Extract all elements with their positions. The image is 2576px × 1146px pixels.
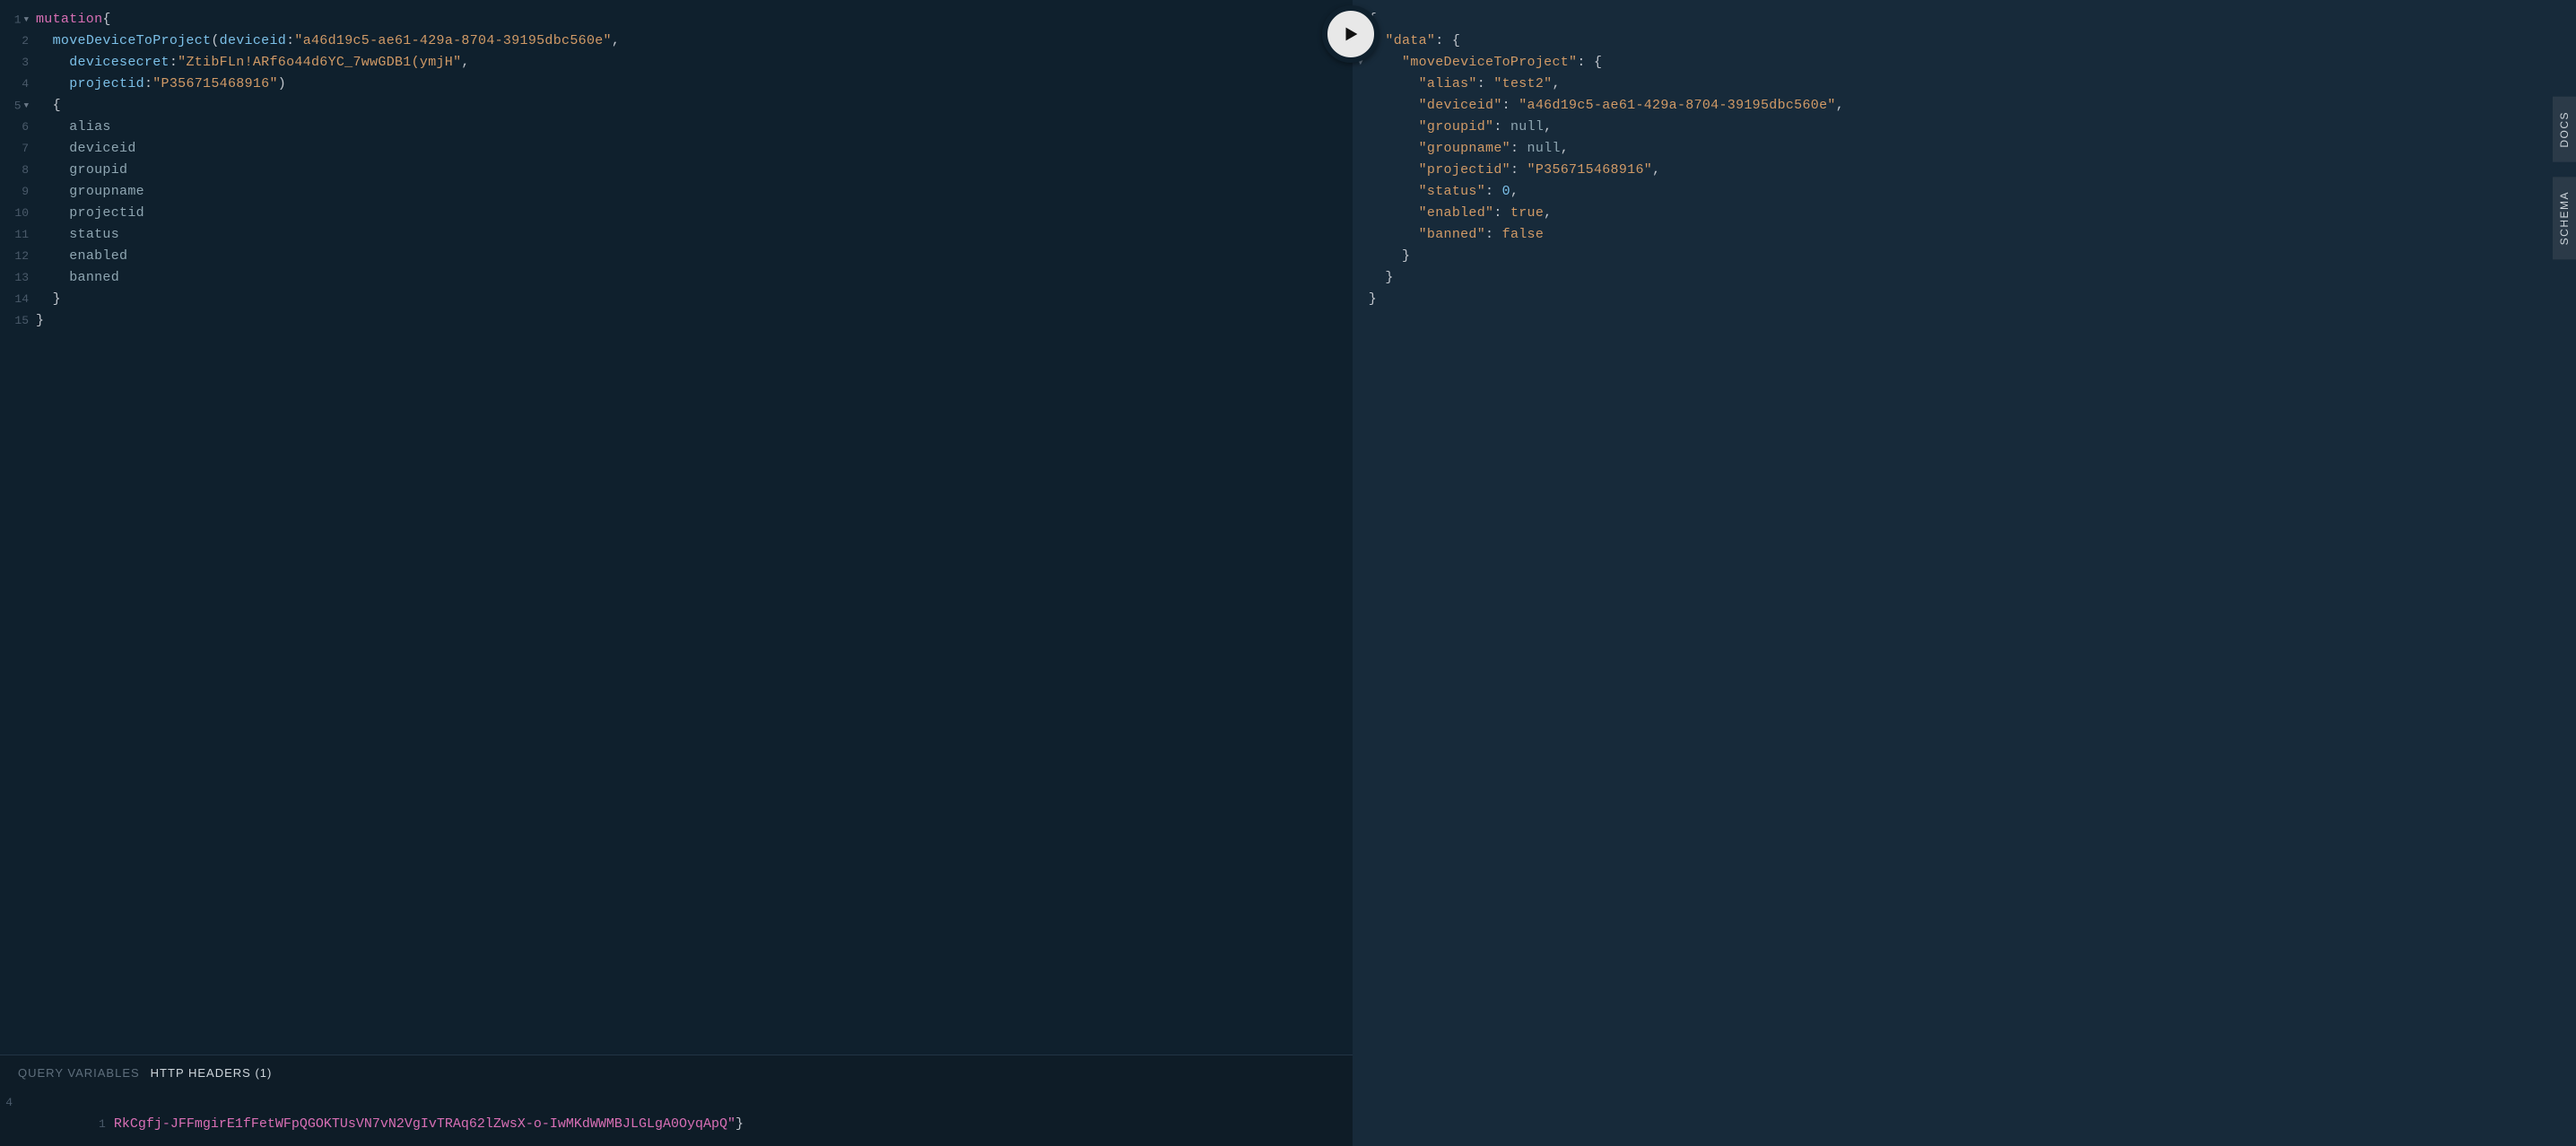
graphql-playground: 1▼ 2 3 4 5▼ 6 7 8 9 10 11 12 13 14 15 mu… xyxy=(0,0,2576,1146)
execute-button[interactable] xyxy=(1322,5,1379,63)
schema-tab[interactable]: SCHEMA xyxy=(2553,177,2576,259)
line-number-gutter: 1▼ 2 3 4 5▼ 6 7 8 9 10 11 12 13 14 15 xyxy=(0,9,36,1055)
fold-icon[interactable]: ▼ xyxy=(24,9,29,30)
query-editor[interactable]: 1▼ 2 3 4 5▼ 6 7 8 9 10 11 12 13 14 15 mu… xyxy=(0,0,1353,1055)
response-pane: ▼ ▼ ▼ { "data": { "moveDeviceToProject":… xyxy=(1353,0,2576,1146)
variables-headers-panel: QUERY VARIABLES HTTP HEADERS (1) 4 1 RkC… xyxy=(0,1055,1353,1146)
tab-http-headers[interactable]: HTTP HEADERS (1) xyxy=(151,1066,273,1080)
play-icon xyxy=(1341,24,1361,44)
docs-tab[interactable]: DOCS xyxy=(2553,97,2576,162)
headers-line-number: 1 xyxy=(99,1117,106,1131)
headers-overflow-indicator: 4 xyxy=(0,1092,18,1146)
query-code[interactable]: mutation{ moveDeviceToProject(deviceid:"… xyxy=(36,9,1353,1055)
operation-name: moveDeviceToProject xyxy=(53,33,212,48)
bottom-tabbar: QUERY VARIABLES HTTP HEADERS (1) xyxy=(0,1055,1353,1087)
query-editor-pane: 1▼ 2 3 4 5▼ 6 7 8 9 10 11 12 13 14 15 mu… xyxy=(0,0,1353,1146)
response-code: { "data": { "moveDeviceToProject": { "al… xyxy=(1369,9,2576,310)
response-viewer[interactable]: ▼ ▼ ▼ { "data": { "moveDeviceToProject":… xyxy=(1353,0,2576,310)
side-rail: DOCS SCHEMA xyxy=(2553,97,2576,259)
keyword-mutation: mutation xyxy=(36,12,102,27)
tab-query-variables[interactable]: QUERY VARIABLES xyxy=(18,1066,140,1080)
headers-editor[interactable]: 4 1 RkCgfj-JFFmgirE1fFetWFpQGOKTUsVN7vN2… xyxy=(0,1087,1353,1146)
headers-token-fragment: RkCgfj-JFFmgirE1fFetWFpQGOKTUsVN7vN2VgIv… xyxy=(114,1116,735,1132)
fold-icon[interactable]: ▼ xyxy=(24,95,29,117)
headers-code[interactable]: 1 RkCgfj-JFFmgirE1fFetWFpQGOKTUsVN7vN2Vg… xyxy=(18,1092,1353,1146)
